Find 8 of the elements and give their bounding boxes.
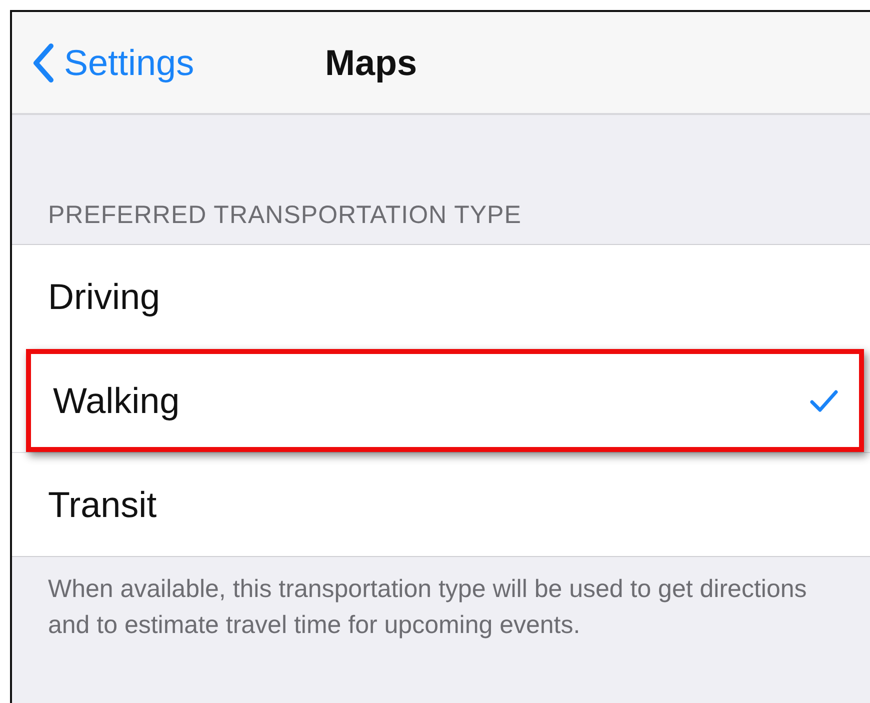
option-label: Transit [48, 484, 157, 526]
section-header: PREFERRED TRANSPORTATION TYPE [48, 201, 522, 229]
highlighted-option-row[interactable]: Walking [26, 349, 864, 452]
page-title: Maps [324, 42, 418, 82]
option-label: Driving [48, 276, 160, 318]
option-label: Walking [53, 380, 180, 422]
footer-note: When available, this transportation type will be used to get directions and to estimate travel time for upcoming events. [48, 575, 807, 639]
back-chevron-icon [32, 42, 54, 82]
